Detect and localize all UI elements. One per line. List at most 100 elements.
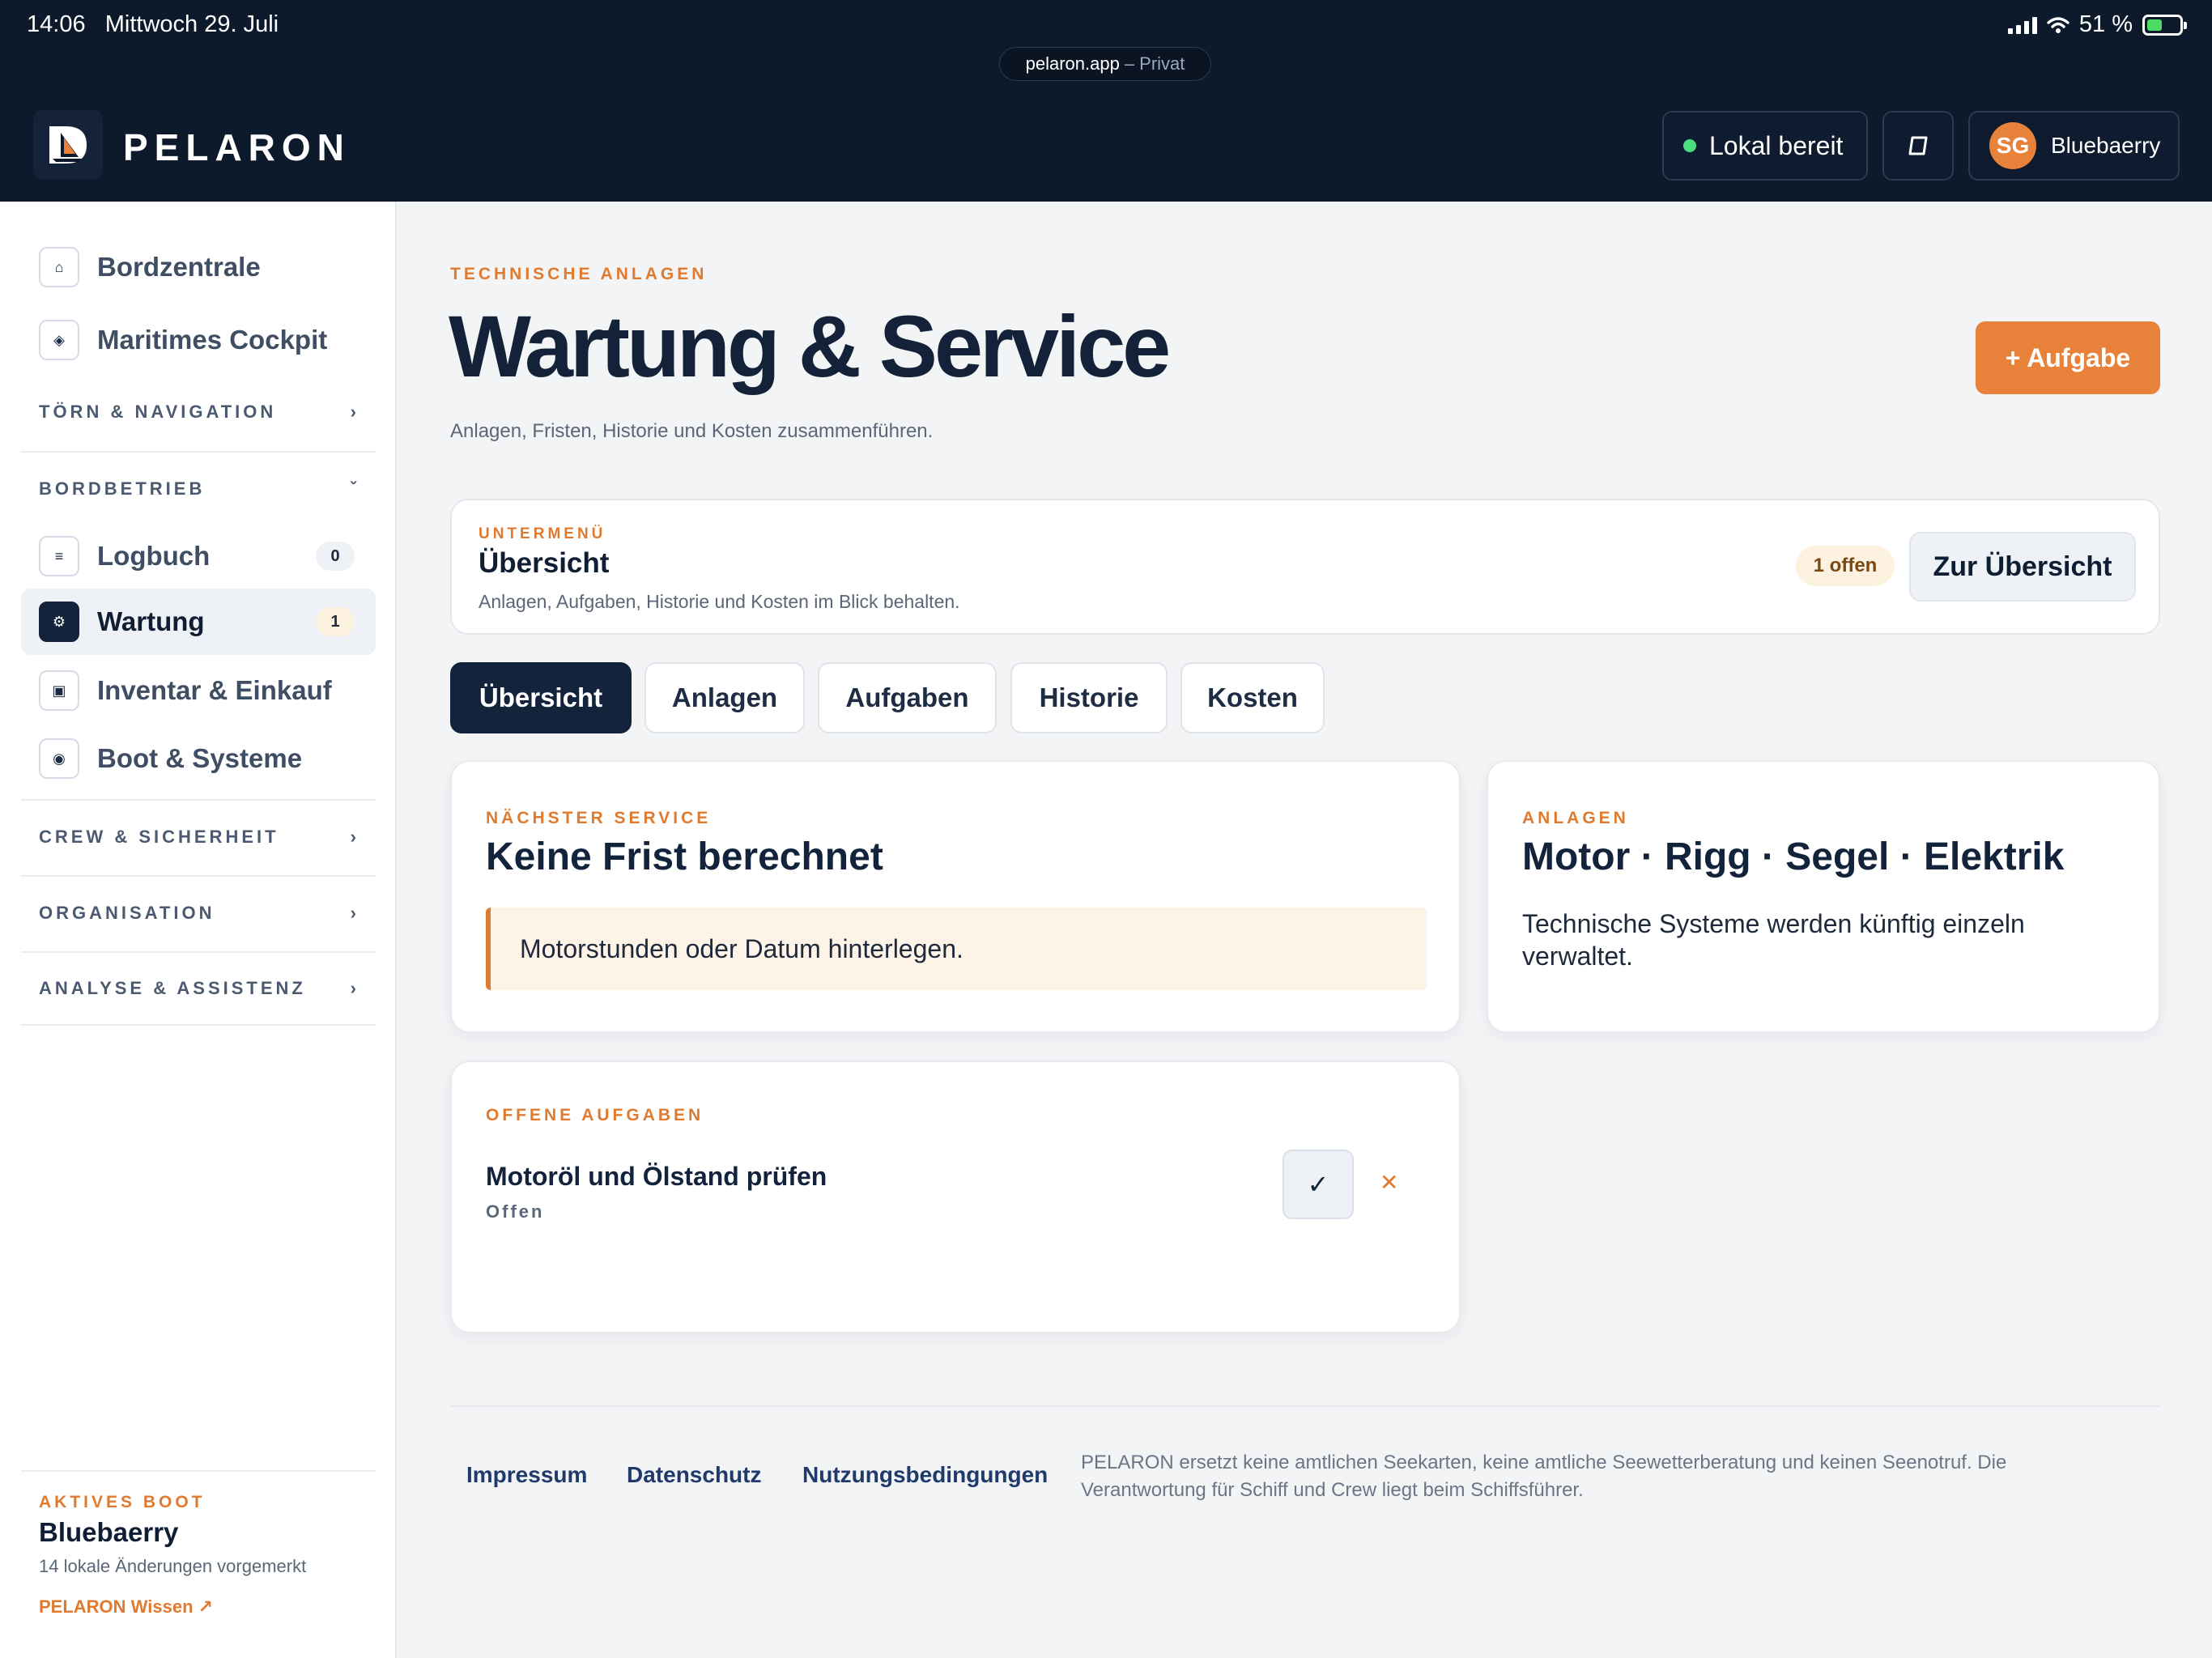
knowledge-link[interactable]: PELARON Wissen ↗ <box>39 1596 358 1618</box>
square-icon <box>1908 136 1928 155</box>
count-badge: 0 <box>316 542 355 571</box>
target-icon: ◉ <box>39 738 79 779</box>
status-label: Lokal bereit <box>1709 130 1844 160</box>
to-overview-button[interactable]: Zur Übersicht <box>1909 532 2136 602</box>
complete-task-button[interactable]: ✓ <box>1283 1150 1354 1219</box>
url-text: pelaron.app <box>1025 53 1120 74</box>
status-time: 14:06 Mittwoch 29. Juli <box>27 11 279 38</box>
tab-aufgaben[interactable]: Aufgaben <box>818 662 997 733</box>
next-service-card: NÄCHSTER SERVICE Keine Frist berechnet M… <box>450 760 1461 1033</box>
task-status: Offen <box>486 1201 545 1222</box>
sidebar-group-organisation[interactable]: ORGANISATION › <box>21 875 376 950</box>
tab-anlagen[interactable]: Anlagen <box>644 662 805 733</box>
chevron-right-icon: › <box>350 402 356 422</box>
compass-icon: ◈ <box>39 320 79 360</box>
group-label: ORGANISATION <box>39 903 215 923</box>
active-boat-name: Bluebaerry <box>39 1517 179 1547</box>
url-pill[interactable]: pelaron.app – Privat <box>999 47 1211 81</box>
battery-icon <box>2142 14 2187 36</box>
chevron-right-icon: › <box>350 903 356 923</box>
sidebar-item-bordzentrale[interactable]: ⌂ Bordzentrale <box>21 234 376 300</box>
tab-historie[interactable]: Historie <box>1010 662 1168 733</box>
wifi-icon <box>2047 16 2069 33</box>
private-label: – Privat <box>1124 53 1185 74</box>
impressum-link[interactable]: Impressum <box>466 1462 587 1488</box>
task-title: Motoröl und Ölstand prüfen <box>486 1162 827 1191</box>
card-eyebrow: OFFENE AUFGABEN <box>486 1106 704 1124</box>
active-boat-eyebrow: AKTIVES BOOT <box>39 1493 206 1511</box>
box-icon: ▣ <box>39 670 79 711</box>
submenu-description: Anlagen, Aufgaben, Historie und Kosten i… <box>479 591 960 612</box>
card-title: Keine Frist berechnet <box>486 835 883 878</box>
sidebar-item-label: Maritimes Cockpit <box>97 325 328 355</box>
open-tasks-card: OFFENE AUFGABEN Motoröl und Ölstand prüf… <box>450 1061 1461 1333</box>
page-eyebrow: TECHNISCHE ANLAGEN <box>450 265 708 283</box>
count-badge: 1 <box>316 607 355 636</box>
pending-changes: 14 lokale Änderungen vorgemerkt <box>39 1556 307 1576</box>
active-boat-panel: AKTIVES BOOT Bluebaerry 14 lokale Änderu… <box>21 1470 376 1639</box>
gear-icon: ⚙ <box>39 602 79 642</box>
submenu-title: Übersicht <box>479 547 610 579</box>
avatar: SG <box>1989 122 2036 169</box>
sidebar-item-label: Boot & Systeme <box>97 743 303 773</box>
sidebar-item-label: Inventar & Einkauf <box>97 675 332 705</box>
card-text: Technische Systeme werden künftig einzel… <box>1522 909 2025 971</box>
group-label: CREW & SICHERHEIT <box>39 827 279 847</box>
chevron-down-icon: ˇ <box>350 478 356 499</box>
sidebar-group-toern[interactable]: TÖRN & NAVIGATION › <box>21 375 376 449</box>
card-title: Motor · Rigg · Segel · Elektrik <box>1522 835 2065 878</box>
chevron-right-icon: › <box>350 978 356 998</box>
chevron-right-icon: › <box>350 827 356 847</box>
sidebar-item-wartung[interactable]: ⚙ Wartung 1 <box>21 589 376 655</box>
footer-divider <box>450 1405 2160 1407</box>
top-bar: 14:06 Mittwoch 29. Juli 51 % pelaron.app… <box>0 0 2212 202</box>
sidebar-group-bordbetrieb[interactable]: BORDBETRIEB ˇ <box>21 451 376 525</box>
sidebar: ⌂ Bordzentrale ◈ Maritimes Cockpit TÖRN … <box>0 202 397 1658</box>
sidebar-item-logbuch[interactable]: ≡ Logbuch 0 <box>21 523 376 589</box>
submenu-card: UNTERMENÜ Übersicht Anlagen, Aufgaben, H… <box>450 499 2160 635</box>
terms-link[interactable]: Nutzungsbedingungen <box>802 1462 1048 1488</box>
card-eyebrow: NÄCHSTER SERVICE <box>486 809 712 827</box>
disclaimer-text: PELARON ersetzt keine amtlichen Seekarte… <box>1081 1452 2007 1501</box>
signal-icon <box>2007 16 2037 34</box>
sync-status-button[interactable]: Lokal bereit <box>1662 111 1868 181</box>
sidebar-group-analyse[interactable]: ANALYSE & ASSISTENZ › <box>21 951 376 1026</box>
add-task-button[interactable]: + Aufgabe <box>1976 321 2160 394</box>
user-menu-button[interactable]: SG Bluebaerry <box>1968 111 2180 181</box>
user-name: Bluebaerry <box>2051 133 2161 158</box>
tab-uebersicht[interactable]: Übersicht <box>450 662 632 733</box>
brand-name: PELARON <box>123 126 351 168</box>
open-count-badge: 1 offen <box>1796 546 1895 586</box>
sidebar-item-boot-systeme[interactable]: ◉ Boot & Systeme <box>21 725 376 792</box>
group-label: ANALYSE & ASSISTENZ <box>39 978 306 998</box>
status-dot-icon <box>1683 139 1696 152</box>
date: Mittwoch 29. Juli <box>104 11 279 37</box>
sidebar-item-maritimes-cockpit[interactable]: ◈ Maritimes Cockpit <box>21 307 376 373</box>
page-subtitle: Anlagen, Fristen, Historie und Kosten zu… <box>450 420 934 442</box>
sidebar-group-crew[interactable]: CREW & SICHERHEIT › <box>21 799 376 874</box>
sidebar-item-label: Logbuch <box>97 541 211 571</box>
status-indicators: 51 % <box>2007 11 2187 38</box>
page-title: Wartung & Service <box>449 297 1171 395</box>
sail-logo-icon <box>49 126 87 164</box>
list-icon: ≡ <box>39 536 79 576</box>
close-icon: ✕ <box>1380 1170 1399 1195</box>
submenu-eyebrow: UNTERMENÜ <box>479 525 606 542</box>
service-notice: Motorstunden oder Datum hinterlegen. <box>486 908 1427 990</box>
card-eyebrow: ANLAGEN <box>1522 809 1629 827</box>
clock: 14:06 <box>27 11 86 37</box>
group-label: BORDBETRIEB <box>39 478 206 499</box>
group-label: TÖRN & NAVIGATION <box>39 402 277 422</box>
assets-card: ANLAGEN Motor · Rigg · Segel · Elektrik … <box>1487 760 2160 1033</box>
datenschutz-link[interactable]: Datenschutz <box>627 1462 761 1488</box>
sidebar-item-label: Wartung <box>97 606 205 636</box>
logo[interactable] <box>33 110 103 180</box>
battery-percent: 51 % <box>2078 11 2133 37</box>
tab-kosten[interactable]: Kosten <box>1180 662 1325 733</box>
sidebar-item-inventar[interactable]: ▣ Inventar & Einkauf <box>21 657 376 724</box>
check-icon: ✓ <box>1307 1170 1329 1199</box>
dismiss-task-button[interactable]: ✕ <box>1380 1169 1398 1196</box>
home-icon: ⌂ <box>39 247 79 287</box>
tablet-mode-button[interactable] <box>1882 111 1954 181</box>
sidebar-item-label: Bordzentrale <box>97 252 261 282</box>
